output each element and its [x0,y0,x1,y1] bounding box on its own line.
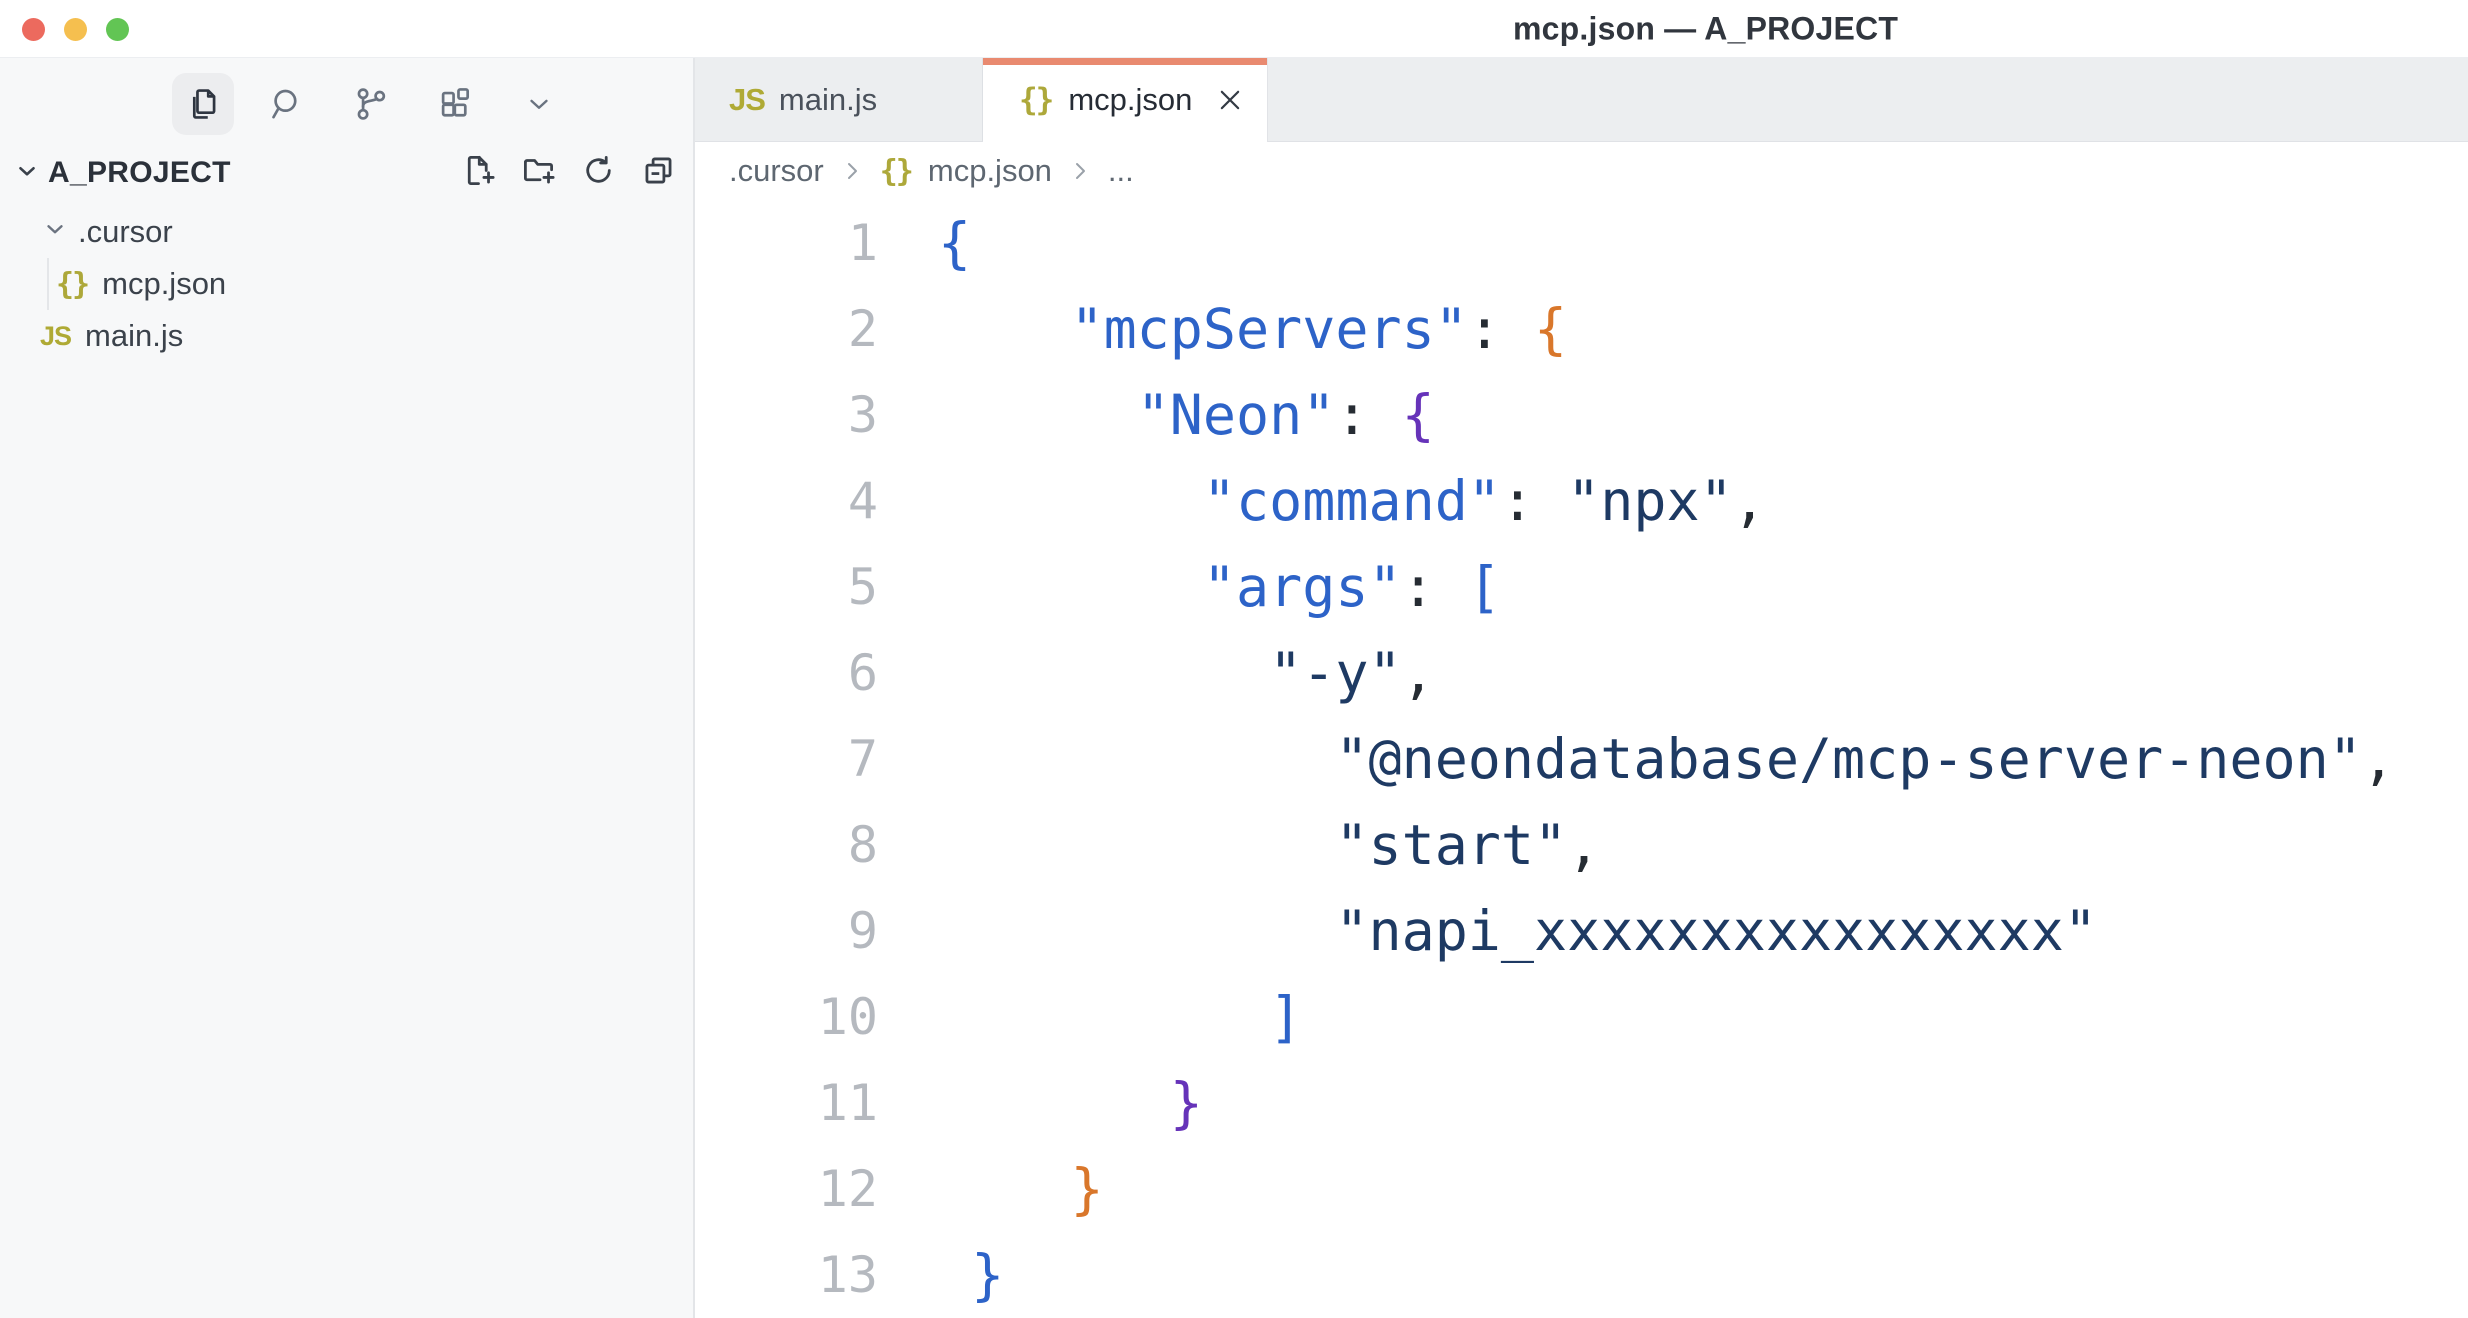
line-number: 7 [695,716,878,802]
new-folder-icon[interactable] [520,152,557,194]
line-number: 4 [695,458,878,544]
indent-guide [47,258,49,310]
code-line-content: } [938,1060,1203,1146]
line-number: 6 [695,630,878,716]
files-icon[interactable] [172,73,234,135]
sidebar: A_PROJECT [0,58,695,1318]
line-number: 2 [695,286,878,372]
code-line-content: "napi_xxxxxxxxxxxxxxxx" [938,888,2097,974]
line-number: 3 [695,372,878,458]
chevron-right-icon [1068,159,1092,183]
breadcrumb-tail[interactable]: ... [1108,153,1134,189]
source-control-icon[interactable] [340,73,402,135]
breadcrumb-folder[interactable]: .cursor [729,153,824,189]
breadcrumb-file[interactable]: mcp.json [928,153,1052,189]
titlebar: mcp.json — A_PROJECT [0,0,2468,58]
traffic-lights [22,18,129,41]
file-label: main.js [85,318,183,354]
json-file-icon: {} [1019,82,1052,118]
code-line-content: { [938,200,971,286]
code-line-content: "start", [938,802,1600,888]
code-line[interactable]: 10 ] [695,974,2468,1060]
tab-mcp-json[interactable]: {} mcp.json [983,58,1268,142]
line-number: 8 [695,802,878,888]
chevron-down-icon[interactable] [508,73,570,135]
folder-label: .cursor [78,214,173,250]
tree-item-cursor-folder[interactable]: .cursor [0,206,693,258]
code-line-content: "command": "npx", [938,458,1766,544]
new-file-icon[interactable] [460,152,497,194]
file-tree: .cursor {} mcp.json JS main.js [0,206,693,362]
editor-area: JS main.js {} mcp.json .cursor {} mcp.js… [695,58,2468,1318]
line-number: 5 [695,544,878,630]
line-number: 9 [695,888,878,974]
code-line[interactable]: 8 "start", [695,802,2468,888]
extensions-icon[interactable] [424,73,486,135]
json-file-icon: {} [56,267,88,302]
code-line-content: "args": [ [938,544,1501,630]
code-line[interactable]: 13 } [695,1232,2468,1318]
code-line-content: "Neon": { [938,372,1435,458]
code-lines: 1{2 "mcpServers": {3 "Neon": {4 "command… [695,200,2468,1318]
code-line[interactable]: 11 } [695,1060,2468,1146]
code-line-content: ] [938,974,1302,1060]
collapse-all-icon[interactable] [640,152,677,194]
tab-bar: JS main.js {} mcp.json [695,58,2468,142]
line-number: 10 [695,974,878,1060]
explorer-header[interactable]: A_PROJECT [0,148,693,198]
tree-item-main-js[interactable]: JS main.js [0,310,693,362]
line-number: 11 [695,1060,878,1146]
code-editor[interactable]: 1{2 "mcpServers": {3 "Neon": {4 "command… [695,200,2468,1318]
code-line[interactable]: 1{ [695,200,2468,286]
json-file-icon: {} [880,154,912,189]
tab-label: mcp.json [1068,82,1192,118]
file-label: mcp.json [102,266,226,302]
chevron-down-icon [14,158,40,189]
activity-bar [0,58,693,136]
code-line[interactable]: 5 "args": [ [695,544,2468,630]
project-root-label: A_PROJECT [48,156,231,190]
code-line[interactable]: 2 "mcpServers": { [695,286,2468,372]
js-file-icon: JS [40,321,71,352]
code-line-content: "mcpServers": { [938,286,1567,372]
tab-label: main.js [779,82,877,118]
line-number: 13 [695,1232,878,1318]
chevron-down-icon [42,214,68,250]
breadcrumb: .cursor {} mcp.json ... [695,142,2468,200]
search-icon[interactable] [256,73,318,135]
js-file-icon: JS [729,82,765,118]
window-title: mcp.json — A_PROJECT [1513,10,1898,47]
code-line-content: "-y", [938,630,1435,716]
code-line[interactable]: 7 "@neondatabase/mcp-server-neon", [695,716,2468,802]
code-line[interactable]: 9 "napi_xxxxxxxxxxxxxxxx" [695,888,2468,974]
code-line[interactable]: 12 } [695,1146,2468,1232]
refresh-icon[interactable] [580,152,617,194]
code-line[interactable]: 3 "Neon": { [695,372,2468,458]
tree-item-mcp-json[interactable]: {} mcp.json [0,258,693,310]
code-line[interactable]: 6 "-y", [695,630,2468,716]
chevron-right-icon [840,159,864,183]
tab-main-js[interactable]: JS main.js [695,58,983,141]
close-window-button[interactable] [22,18,45,41]
close-tab-icon[interactable] [1215,85,1245,115]
zoom-window-button[interactable] [106,18,129,41]
code-line-content: } [938,1232,1004,1318]
code-line[interactable]: 4 "command": "npx", [695,458,2468,544]
code-line-content: "@neondatabase/mcp-server-neon", [938,716,2395,802]
code-line-content: } [938,1146,1104,1232]
minimize-window-button[interactable] [64,18,87,41]
line-number: 12 [695,1146,878,1232]
line-number: 1 [695,200,878,286]
